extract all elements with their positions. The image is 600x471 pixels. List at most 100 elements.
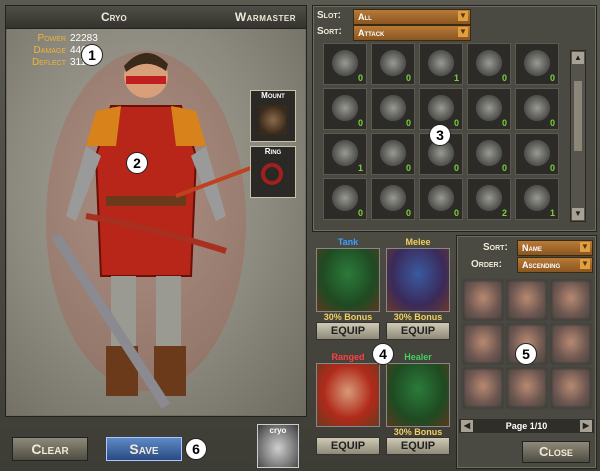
companion-portrait[interactable] — [386, 363, 450, 427]
inventory-item[interactable]: 0 — [323, 178, 367, 220]
item-qty: 0 — [405, 163, 411, 173]
prev-page-icon[interactable]: ◀ — [461, 420, 473, 432]
roster-portrait[interactable] — [463, 280, 503, 320]
roster-pager: ◀ Page 1/10 ▶ — [459, 419, 594, 433]
inventory-item[interactable]: 1 — [419, 43, 463, 85]
chevron-down-icon: ▼ — [580, 259, 590, 269]
companion-portrait[interactable] — [316, 363, 380, 427]
inventory-item[interactable]: 0 — [419, 178, 463, 220]
inventory-item[interactable]: 0 — [323, 88, 367, 130]
inventory-item[interactable]: 1 — [515, 178, 559, 220]
item-qty: 0 — [357, 73, 363, 83]
companion-role: Melee — [405, 237, 431, 247]
roster-order-label: Order: — [471, 259, 502, 270]
item-icon — [524, 95, 550, 121]
inventory-item[interactable]: 0 — [371, 133, 415, 175]
item-qty: 0 — [357, 118, 363, 128]
item-icon — [476, 50, 502, 76]
item-icon — [524, 185, 550, 211]
roster-portrait[interactable] — [507, 280, 547, 320]
badge-5: 5 — [515, 343, 537, 365]
inventory-item[interactable]: 0 — [467, 88, 511, 130]
item-icon — [332, 50, 358, 76]
companion-role: Tank — [337, 237, 359, 247]
item-qty: 0 — [549, 163, 555, 173]
inventory-item[interactable]: 0 — [515, 43, 559, 85]
equip-button[interactable]: EQUIP — [386, 322, 450, 340]
companion-bonus — [316, 427, 380, 437]
item-qty: 0 — [405, 208, 411, 218]
inventory-item[interactable]: 0 — [515, 88, 559, 130]
item-qty: 0 — [453, 118, 459, 128]
item-icon — [380, 140, 406, 166]
companion-healer: Healer 30% Bonus EQUIP — [386, 352, 450, 455]
mount-icon — [259, 105, 287, 135]
player-avatar[interactable]: cryo — [257, 424, 299, 468]
inventory-item[interactable]: 0 — [467, 133, 511, 175]
item-icon — [332, 185, 358, 211]
roster-portrait[interactable] — [551, 368, 591, 408]
item-qty: 0 — [549, 118, 555, 128]
companion-role: Ranged — [331, 352, 365, 362]
save-button[interactable]: Save — [106, 437, 182, 461]
inventory-item[interactable]: 2 — [467, 178, 511, 220]
chevron-down-icon: ▼ — [580, 242, 590, 252]
companion-bonus: 30% Bonus — [323, 312, 373, 322]
roster-portrait[interactable] — [463, 324, 503, 364]
ring-slot[interactable]: Ring — [250, 146, 296, 198]
companion-role: Healer — [404, 352, 432, 362]
roster-sort-label: Sort: — [483, 242, 508, 253]
companion-ranged: Ranged EQUIP — [316, 352, 380, 455]
ring-icon — [261, 163, 283, 185]
hero-figure[interactable] — [26, 36, 266, 411]
companion-portrait[interactable] — [316, 248, 380, 312]
inventory-scrollbar[interactable]: ▲ ▼ — [570, 50, 586, 222]
close-button[interactable]: Close — [522, 441, 590, 463]
slot-dropdown[interactable]: All ▼ — [353, 9, 471, 25]
inventory-panel: Slot: All ▼ Sort: Attack ▼ 0 0 1 0 0 0 0… — [312, 5, 597, 232]
next-page-icon[interactable]: ▶ — [580, 420, 592, 432]
badge-4: 4 — [372, 343, 394, 365]
roster-portrait[interactable] — [463, 368, 503, 408]
avatar-name: cryo — [269, 426, 287, 435]
scroll-up-icon[interactable]: ▲ — [572, 52, 584, 64]
item-icon — [380, 50, 406, 76]
inventory-item[interactable]: 0 — [371, 88, 415, 130]
inventory-item[interactable]: 0 — [515, 133, 559, 175]
equip-button[interactable]: EQUIP — [386, 437, 450, 455]
companion-portrait[interactable] — [386, 248, 450, 312]
page-indicator: Page 1/10 — [505, 421, 548, 431]
roster-order-dropdown[interactable]: Ascending ▼ — [517, 257, 593, 273]
clear-button[interactable]: Clear — [12, 437, 88, 461]
item-qty: 1 — [357, 163, 363, 173]
scroll-down-icon[interactable]: ▼ — [572, 208, 584, 220]
sort-dropdown-value: Attack — [358, 28, 385, 38]
companion-bonus: 30% Bonus — [393, 312, 443, 322]
item-qty: 0 — [405, 73, 411, 83]
item-qty: 1 — [453, 73, 459, 83]
character-title-bar: Cryo Warmaster — [6, 6, 306, 29]
roster-portrait[interactable] — [551, 324, 591, 364]
equip-button[interactable]: EQUIP — [316, 322, 380, 340]
game-window: Cryo Warmaster Power 22283 Damage 440 Defl… — [0, 0, 600, 471]
sort-dropdown[interactable]: Attack ▼ — [353, 25, 471, 41]
roster-sort-value: Name — [522, 243, 542, 253]
scroll-thumb[interactable] — [574, 81, 582, 151]
item-icon — [428, 50, 454, 76]
roster-portrait[interactable] — [551, 280, 591, 320]
inventory-item[interactable]: 0 — [323, 43, 367, 85]
item-qty: 1 — [549, 208, 555, 218]
inventory-item[interactable]: 0 — [371, 43, 415, 85]
companion-bonus: 30% Bonus — [393, 427, 443, 437]
badge-3: 3 — [429, 124, 451, 146]
inventory-item[interactable]: 0 — [467, 43, 511, 85]
item-icon — [476, 140, 502, 166]
mount-slot[interactable]: Mount — [250, 90, 296, 142]
roster-portrait[interactable] — [507, 368, 547, 408]
inventory-item[interactable]: 0 — [371, 178, 415, 220]
badge-6: 6 — [185, 438, 207, 460]
item-icon — [428, 95, 454, 121]
roster-sort-dropdown[interactable]: Name ▼ — [517, 240, 593, 256]
equip-button[interactable]: EQUIP — [316, 437, 380, 455]
inventory-item[interactable]: 1 — [323, 133, 367, 175]
